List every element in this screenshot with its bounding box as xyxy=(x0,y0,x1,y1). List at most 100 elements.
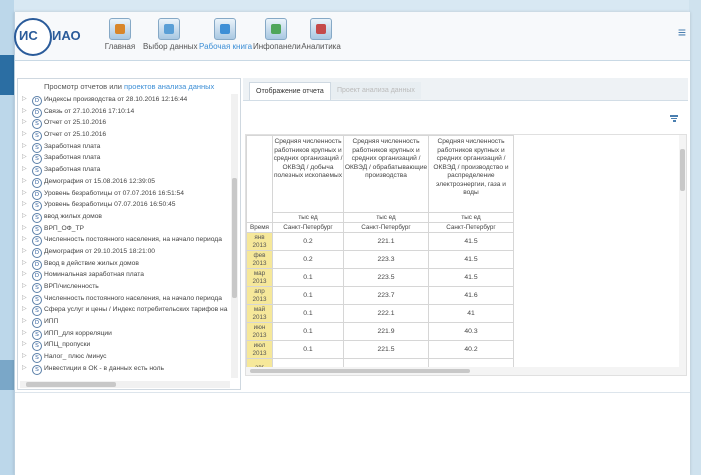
tree-item[interactable]: ▷ D Индексы производства от 28.10.2016 12:… xyxy=(20,94,230,106)
expand-arrow-icon[interactable]: ▷ xyxy=(22,246,27,258)
value-cell[interactable]: 41.5 xyxy=(428,232,514,251)
tree-item[interactable]: ▷ S Численность постоянного населения, на … xyxy=(20,234,230,247)
value-cell[interactable]: 40.2 xyxy=(428,340,514,359)
tree-item[interactable]: ▷ S Отчет от 25.10.2016 xyxy=(20,117,230,130)
table-horizontal-scroll-thumb[interactable] xyxy=(250,369,470,373)
expand-arrow-icon[interactable]: ▷ xyxy=(22,129,27,141)
tree-item[interactable]: ▷ D Связь от 27.10.2016 17:10:14 xyxy=(20,106,230,118)
tree-item[interactable]: ▷ S ВРП/численность xyxy=(20,281,230,293)
tree-item[interactable]: ▷ S Налог_ плюс /минус xyxy=(20,351,230,364)
value-cell[interactable]: 41 xyxy=(428,304,514,323)
tree-item-label: ввод жилых домов xyxy=(44,212,102,220)
expand-arrow-icon[interactable]: ▷ xyxy=(22,223,27,235)
tree-item[interactable]: ▷ S Заработная плата xyxy=(20,152,230,165)
tree-item-label: ИПП_для корреляции xyxy=(44,329,112,337)
value-cell[interactable]: 221.5 xyxy=(343,340,429,359)
tree-item[interactable]: ▷ S Инвестиции в ОК - в данных есть ноль xyxy=(20,363,230,375)
expand-arrow-icon[interactable]: ▷ xyxy=(22,293,27,305)
tree-item[interactable]: ▷ D Номинальная заработная плата xyxy=(20,269,230,282)
expand-arrow-icon[interactable]: ▷ xyxy=(22,152,27,164)
expand-arrow-icon[interactable]: ▷ xyxy=(22,269,27,281)
tree-item[interactable]: ▷ S Уровень безработицы 07.07.2016 16:50:4… xyxy=(20,199,230,212)
value-cell[interactable]: 0.1 xyxy=(272,340,344,359)
expand-arrow-icon[interactable]: ▷ xyxy=(22,351,27,363)
value-cell[interactable]: 0.2 xyxy=(272,250,344,269)
report-type-icon: D xyxy=(32,189,42,200)
expand-arrow-icon[interactable]: ▷ xyxy=(22,234,27,246)
tree-horizontal-scroll-thumb[interactable] xyxy=(26,382,116,387)
report-type-icon: S xyxy=(32,341,42,352)
value-cell[interactable]: 223.3 xyxy=(343,250,429,269)
menu-icon[interactable]: ≡ xyxy=(678,24,686,40)
expand-arrow-icon[interactable]: ▷ xyxy=(22,176,27,188)
column-header-mining[interactable]: Средняя численность работников крупных и… xyxy=(272,135,344,213)
column-header-manufacturing[interactable]: Средняя численность работников крупных и… xyxy=(343,135,429,213)
expand-arrow-icon[interactable]: ▷ xyxy=(22,199,27,211)
tree-item[interactable]: ▷ Sввод жилых домов xyxy=(20,211,230,223)
nav-home[interactable]: Главная xyxy=(103,16,137,58)
tree-item[interactable]: ▷ S ВРП_ОФ_ТР xyxy=(20,223,230,235)
tree-item[interactable]: ▷ S Численность постоянного населения, на … xyxy=(20,293,230,305)
tree-vertical-scrollbar[interactable] xyxy=(231,94,238,378)
value-cell[interactable]: 223.5 xyxy=(343,268,429,287)
filter-icon[interactable] xyxy=(670,114,678,122)
tree-item[interactable]: ▷ D Ввод в действие жилых домов xyxy=(20,258,230,270)
month-name: мар xyxy=(253,270,266,277)
nav-analytics-label: Аналитика xyxy=(301,42,341,51)
value-cell[interactable]: 40.3 xyxy=(428,322,514,341)
expand-arrow-icon[interactable]: ▷ xyxy=(22,304,27,316)
tree-item[interactable]: ▷ D Демография от 15.08.2016 12:39:05 xyxy=(20,176,230,188)
tree-item[interactable]: ▷ S ИПЦ_пропуски xyxy=(20,339,230,352)
expand-arrow-icon[interactable]: ▷ xyxy=(22,339,27,351)
value-cell[interactable]: 0.1 xyxy=(272,322,344,341)
value-cell[interactable]: 0.1 xyxy=(272,268,344,287)
expand-arrow-icon[interactable]: ▷ xyxy=(22,211,27,223)
table-vertical-scroll-thumb[interactable] xyxy=(680,149,685,191)
expand-arrow-icon[interactable]: ▷ xyxy=(22,328,27,340)
expand-arrow-icon[interactable]: ▷ xyxy=(22,164,27,176)
tree-item[interactable]: ▷ S Заработная плата xyxy=(20,141,230,153)
tree-item[interactable]: ▷ S Заработная плата xyxy=(20,164,230,177)
data-projects-link[interactable]: проектов анализа данных xyxy=(124,82,214,91)
value-cell[interactable]: 41.5 xyxy=(428,250,514,269)
report-type-icon: S xyxy=(32,166,42,177)
value-cell[interactable]: 223.7 xyxy=(343,286,429,305)
tree-item[interactable]: ▷ S Отчет от 25.10.2016 xyxy=(20,129,230,142)
expand-arrow-icon[interactable]: ▷ xyxy=(22,188,27,200)
value-cell[interactable]: 41.6 xyxy=(428,286,514,305)
nav-dashboards[interactable]: Инфопанели xyxy=(253,16,301,58)
nav-data-select[interactable]: Выбор данных xyxy=(143,16,198,58)
tab-report-view[interactable]: Отображение отчета xyxy=(249,82,331,100)
value-cell[interactable]: 221.9 xyxy=(343,322,429,341)
expand-arrow-icon[interactable]: ▷ xyxy=(22,363,27,375)
expand-arrow-icon[interactable]: ▷ xyxy=(22,94,27,106)
nav-analytics[interactable]: Аналитика xyxy=(301,16,341,58)
tree-item[interactable]: ▷ S ИПП_для корреляции xyxy=(20,328,230,340)
value-cell[interactable]: 221.1 xyxy=(343,232,429,251)
expand-arrow-icon[interactable]: ▷ xyxy=(22,141,27,153)
column-header-utilities[interactable]: Средняя численность работников крупных и… xyxy=(428,135,514,213)
tree-item[interactable]: ▷ D Демография от 29.10.2015 18:21:00 xyxy=(20,246,230,258)
expand-arrow-icon[interactable]: ▷ xyxy=(22,117,27,129)
region-cell: Санкт-Петербург xyxy=(272,222,344,233)
value-cell[interactable]: 0.1 xyxy=(272,286,344,305)
tree-item[interactable]: ▷ D ИПП xyxy=(20,316,230,329)
logo[interactable]: ИС ИАО xyxy=(14,18,90,56)
value-cell[interactable]: 0.2 xyxy=(272,232,344,251)
table-vertical-scrollbar[interactable] xyxy=(679,135,686,375)
value-cell[interactable]: 222.1 xyxy=(343,304,429,323)
table-horizontal-scrollbar[interactable] xyxy=(246,367,679,375)
value-cell[interactable]: 41.5 xyxy=(428,268,514,287)
expand-arrow-icon[interactable]: ▷ xyxy=(22,281,27,293)
nav-workbook[interactable]: Рабочая книга xyxy=(199,16,252,58)
month-cell: фев 2013 xyxy=(246,250,273,269)
tree-item[interactable]: ▷ S Сфера услуг и цены / Индекс потребител… xyxy=(20,304,230,317)
tab-analysis-project[interactable]: Проект анализа данных xyxy=(331,82,421,99)
expand-arrow-icon[interactable]: ▷ xyxy=(22,316,27,328)
tree-vertical-scroll-thumb[interactable] xyxy=(232,178,237,298)
tree-horizontal-scrollbar[interactable] xyxy=(20,381,230,388)
expand-arrow-icon[interactable]: ▷ xyxy=(22,106,27,118)
value-cell[interactable]: 0.1 xyxy=(272,304,344,323)
tree-item[interactable]: ▷ D Уровень безработицы от 07.07.2016 16:5… xyxy=(20,188,230,200)
expand-arrow-icon[interactable]: ▷ xyxy=(22,258,27,270)
